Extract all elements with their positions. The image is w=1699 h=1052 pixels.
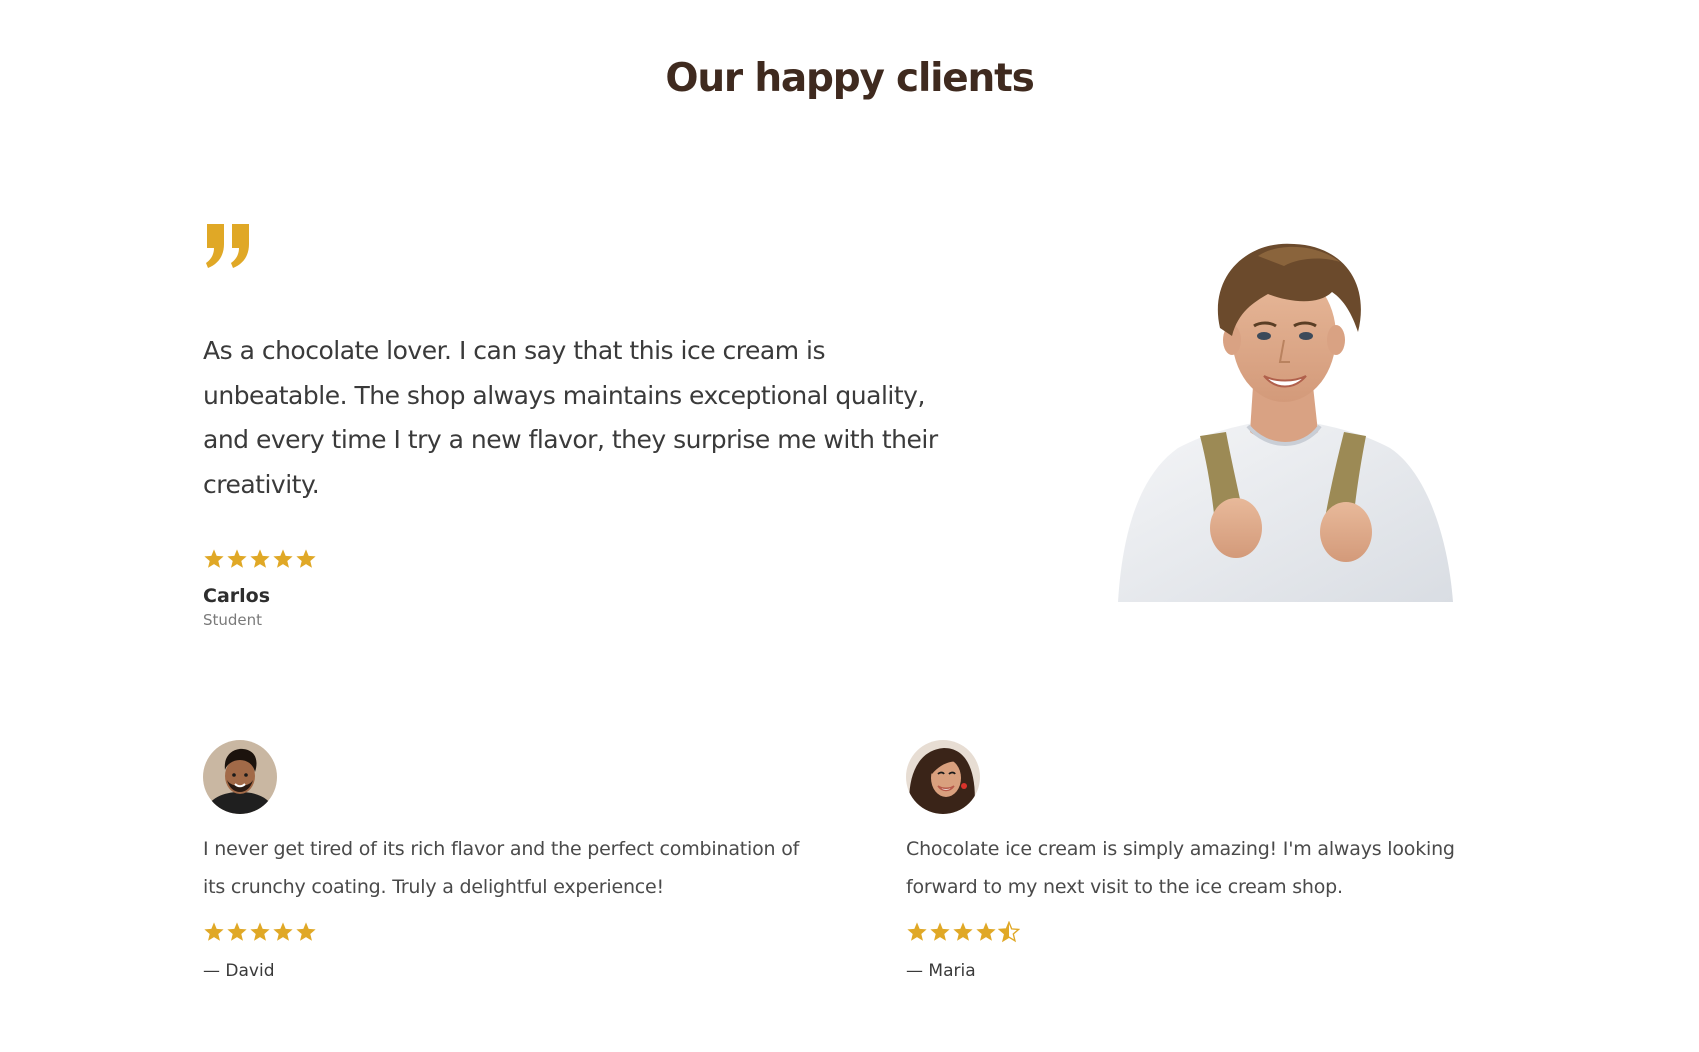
quote-icon	[204, 222, 254, 270]
testimonial-author: — David	[203, 961, 275, 981]
star-full-icon	[227, 922, 247, 941]
star-full-icon	[273, 922, 293, 941]
star-full-icon	[204, 922, 224, 941]
testimonial-text: Chocolate ice cream is simply amazing! I…	[906, 838, 1455, 898]
star-full-icon	[204, 549, 224, 568]
featured-rating-stars	[203, 548, 317, 570]
testimonial-text: I never get tired of its rich flavor and…	[203, 838, 800, 898]
section-title: Our happy clients	[665, 56, 1034, 101]
avatar	[203, 740, 277, 814]
featured-testimonial-text: As a chocolate lover. I can say that thi…	[203, 336, 938, 499]
star-full-icon	[227, 549, 247, 568]
star-full-icon	[953, 922, 973, 941]
featured-client-role: Student	[203, 611, 263, 629]
star-full-icon	[296, 922, 316, 941]
star-full-icon	[250, 922, 270, 941]
featured-client-photo	[1108, 236, 1458, 602]
star-full-icon	[976, 922, 996, 941]
star-full-icon	[273, 549, 293, 568]
avatar	[906, 740, 980, 814]
testimonial-author: — Maria	[906, 961, 976, 981]
featured-client-name: Carlos	[203, 585, 271, 607]
rating-stars	[203, 921, 317, 943]
star-full-icon	[907, 922, 927, 941]
star-full-icon	[250, 549, 270, 568]
rating-stars	[906, 921, 1020, 943]
star-full-icon	[296, 549, 316, 568]
star-full-icon	[930, 922, 950, 941]
star-half-icon	[998, 921, 1020, 943]
